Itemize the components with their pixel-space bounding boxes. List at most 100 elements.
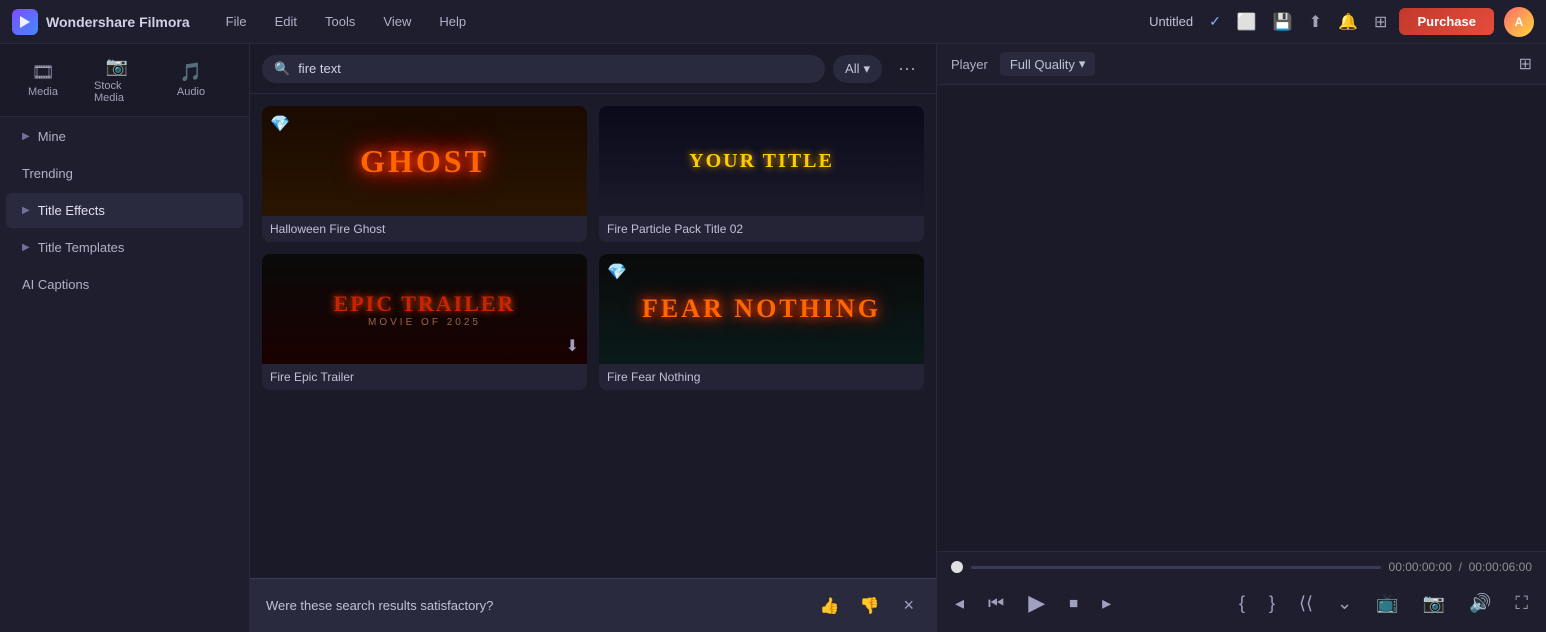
card-preview: 💎 FEAR NOTHING	[599, 254, 924, 364]
tab-audio-label: Audio	[177, 86, 205, 98]
quality-selector[interactable]: Full Quality ▾	[1000, 52, 1096, 76]
sidebar-item-trending[interactable]: Trending	[6, 156, 243, 191]
player-label: Player	[951, 57, 988, 72]
layout-icon[interactable]: ⊞	[1374, 12, 1387, 32]
next-frame-button[interactable]: ▸	[1098, 589, 1115, 618]
card-fire-particle-pack[interactable]: YOUR TITLE Fire Particle Pack Title 02	[599, 106, 924, 242]
tab-media-label: Media	[28, 86, 58, 98]
player-panel: Player Full Quality ▾ ⊞ 00:00:00:00 / 00…	[936, 44, 1546, 632]
tab-media[interactable]: 🎞 Media	[8, 56, 78, 104]
upload-icon[interactable]: ⬆	[1309, 12, 1322, 32]
tab-audio[interactable]: 🎵 Audio	[156, 56, 226, 104]
tab-stock-media[interactable]: 📷 Stock Media	[82, 50, 152, 110]
sidebar-title-templates-label: Title Templates	[38, 240, 125, 255]
preview-text: FEAR NOTHING	[642, 294, 881, 324]
feedback-thumbs: 👍 👎	[814, 594, 886, 618]
filter-label: All	[845, 61, 859, 76]
play-button[interactable]: ▶	[1024, 586, 1049, 620]
sidebar: ▶ Mine Trending ▶ Title Effects ▶ Title …	[0, 117, 250, 304]
save-icon[interactable]: 💾	[1273, 12, 1293, 32]
card-halloween-fire-ghost[interactable]: 💎 GHOST Halloween Fire Ghost	[262, 106, 587, 242]
content-panel: 🔍 All ▾ ··· 💎 GHOST Halloween Fire Ghost	[250, 44, 936, 632]
monitor-icon[interactable]: ⬜	[1237, 12, 1257, 32]
timeline-bar[interactable]	[971, 566, 1381, 569]
current-time: 00:00:00:00 / 00:00:06:00	[1389, 560, 1532, 574]
download-icon: ⬇	[566, 336, 579, 356]
main-layout: 🎞 Media 📷 Stock Media 🎵 Audio T Titles ↔…	[0, 44, 1546, 632]
stock-icon: 📷	[106, 56, 128, 77]
menu-edit[interactable]: Edit	[263, 10, 309, 33]
sidebar-trending-label: Trending	[22, 166, 73, 181]
chevron-icon: ▶	[22, 131, 30, 142]
card-fire-fear-nothing[interactable]: 💎 FEAR NOTHING Fire Fear Nothing	[599, 254, 924, 390]
feedback-message: Were these search results satisfactory?	[266, 598, 802, 613]
card-preview: EPIC TRAILER MOVIE OF 2025 ⬇	[262, 254, 587, 364]
search-input[interactable]	[298, 61, 813, 76]
screenshot-button[interactable]: 📷	[1419, 589, 1449, 618]
saved-indicator: ✓	[1209, 13, 1221, 30]
left-panel: 🎞 Media 📷 Stock Media 🎵 Audio T Titles ↔…	[0, 44, 250, 632]
menu-bar: File Edit Tools View Help	[214, 10, 478, 33]
prev-segment-button[interactable]: ⟨⟨	[1295, 589, 1317, 618]
purchase-button[interactable]: Purchase	[1399, 8, 1494, 35]
results-grid: 💎 GHOST Halloween Fire Ghost YOUR TITLE …	[250, 94, 936, 578]
sidebar-title-effects-label: Title Effects	[38, 203, 105, 218]
preview-text: EPIC TRAILER MOVIE OF 2025	[334, 291, 516, 328]
more-options-button[interactable]: ···	[890, 54, 924, 83]
preview-text: YOUR TITLE	[689, 150, 834, 173]
fullscreen-button[interactable]: ⛶	[1511, 589, 1532, 618]
player-header: Player Full Quality ▾ ⊞	[937, 44, 1546, 85]
card-label: Fire Epic Trailer	[262, 364, 587, 390]
step-back-button[interactable]: ⏮	[984, 589, 1008, 618]
card-label: Fire Fear Nothing	[599, 364, 924, 390]
menu-view[interactable]: View	[371, 10, 423, 33]
search-wrapper: 🔍	[262, 55, 825, 83]
avatar[interactable]: A	[1504, 7, 1534, 37]
timeline-track: 00:00:00:00 / 00:00:06:00	[951, 560, 1532, 574]
card-preview: 💎 GHOST	[262, 106, 587, 216]
toolbar-tabs: 🎞 Media 📷 Stock Media 🎵 Audio T Titles ↔…	[0, 44, 249, 117]
prev-frame-button[interactable]: ◂	[951, 589, 968, 618]
player-controls: ◂ ⏮ ▶ ⏹ ▸ { } ⟨⟨ ⌄ 📺 📷 🔊 ⛶	[951, 582, 1532, 624]
card-label: Fire Particle Pack Title 02	[599, 216, 924, 242]
feedback-bar: Were these search results satisfactory? …	[250, 578, 936, 632]
sidebar-item-ai-captions[interactable]: AI Captions	[6, 267, 243, 302]
sidebar-mine-label: Mine	[38, 129, 66, 144]
thumbup-button[interactable]: 👍	[814, 594, 846, 618]
thumbdown-button[interactable]: 👎	[854, 594, 886, 618]
audio-icon: 🎵	[180, 62, 202, 83]
search-bar: 🔍 All ▾ ···	[250, 44, 936, 94]
menu-tools[interactable]: Tools	[313, 10, 367, 33]
filter-dropdown[interactable]: All ▾	[833, 55, 882, 83]
feedback-close-button[interactable]: ×	[897, 593, 920, 618]
player-canvas	[937, 85, 1546, 551]
sidebar-ai-captions-label: AI Captions	[22, 277, 89, 292]
premium-badge: 💎	[270, 114, 290, 134]
quality-label: Full Quality	[1010, 57, 1075, 72]
sidebar-item-mine[interactable]: ▶ Mine	[6, 119, 243, 154]
notification-icon[interactable]: 🔔	[1338, 12, 1358, 32]
search-icon: 🔍	[274, 61, 290, 77]
topbar-actions: ⬜ 💾 ⬆ 🔔 ⊞	[1237, 12, 1388, 32]
send-to-player-button[interactable]: 📺	[1372, 589, 1402, 618]
menu-file[interactable]: File	[214, 10, 259, 33]
premium-badge: 💎	[607, 262, 627, 282]
mark-in-button[interactable]: {	[1235, 589, 1249, 618]
mark-out-button[interactable]: }	[1265, 589, 1279, 618]
playhead	[951, 561, 963, 573]
sidebar-item-title-effects[interactable]: ▶ Title Effects	[6, 193, 243, 228]
player-timeline: 00:00:00:00 / 00:00:06:00 ◂ ⏮ ▶ ⏹ ▸ { } …	[937, 551, 1546, 632]
more-controls-button[interactable]: ⌄	[1333, 589, 1356, 618]
brand-name: Wondershare Filmora	[46, 14, 190, 30]
sidebar-item-title-templates[interactable]: ▶ Title Templates	[6, 230, 243, 265]
player-expand-icon[interactable]: ⊞	[1519, 54, 1532, 74]
card-fire-epic-trailer[interactable]: EPIC TRAILER MOVIE OF 2025 ⬇ Fire Epic T…	[262, 254, 587, 390]
audio-button[interactable]: 🔊	[1465, 589, 1495, 618]
menu-help[interactable]: Help	[427, 10, 478, 33]
stop-button[interactable]: ⏹	[1065, 589, 1082, 618]
grid-row-1: 💎 GHOST Halloween Fire Ghost YOUR TITLE …	[262, 106, 924, 242]
media-icon: 🎞	[32, 62, 55, 83]
app-logo: Wondershare Filmora	[12, 9, 190, 35]
grid-row-2: EPIC TRAILER MOVIE OF 2025 ⬇ Fire Epic T…	[262, 254, 924, 390]
chevron-down-icon: ▾	[863, 61, 870, 77]
